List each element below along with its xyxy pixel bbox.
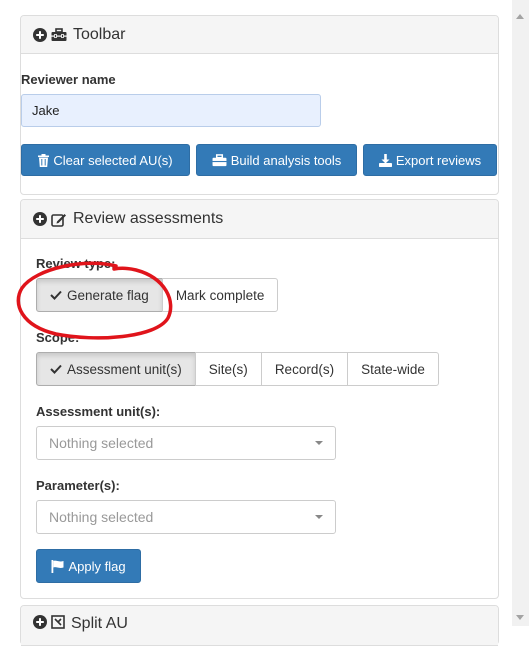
- review-assessments-title: Review assessments: [73, 210, 224, 227]
- parameters-label: Parameter(s):: [36, 478, 120, 493]
- review-type-button-group: Generate flag Mark complete: [36, 278, 279, 312]
- scope-state-wide-label: State-wide: [361, 361, 425, 377]
- assessment-units-label: Assessment unit(s):: [36, 404, 161, 419]
- check-icon: [50, 290, 62, 300]
- generate-flag-label: Generate flag: [67, 287, 149, 303]
- plus-circle-icon: [33, 615, 47, 629]
- split-au-heading[interactable]: Split AU: [21, 606, 498, 646]
- scope-state-wide-option[interactable]: State-wide: [347, 352, 439, 386]
- vertical-scrollbar[interactable]: [512, 0, 529, 626]
- scroll-up-arrow-icon[interactable]: [516, 14, 524, 19]
- flag-icon: [51, 559, 64, 573]
- build-analysis-tools-label: Build analysis tools: [230, 152, 342, 168]
- scope-label: Scope:: [36, 330, 80, 345]
- trash-icon: [38, 153, 50, 167]
- download-icon: [378, 153, 392, 167]
- mark-complete-label: Mark complete: [175, 287, 265, 303]
- generate-flag-option[interactable]: Generate flag: [36, 278, 163, 312]
- reviewer-name-label: Reviewer name: [21, 72, 116, 87]
- review-assessments-heading[interactable]: Review assessments: [21, 200, 498, 239]
- toolbox-icon: [51, 27, 67, 42]
- plus-circle-icon: [33, 27, 47, 42]
- reviewer-name-input[interactable]: [21, 94, 321, 127]
- scope-button-group: Assessment unit(s) Site(s) Record(s) Sta…: [36, 352, 439, 386]
- split-icon: [51, 615, 65, 629]
- check-icon: [50, 364, 62, 374]
- scope-sites-option[interactable]: Site(s): [194, 352, 262, 386]
- mark-complete-option[interactable]: Mark complete: [161, 278, 279, 312]
- apply-flag-label: Apply flag: [68, 558, 126, 574]
- assessment-units-placeholder: Nothing selected: [49, 435, 154, 451]
- scope-assessment-unit-label: Assessment unit(s): [67, 361, 182, 377]
- export-reviews-button[interactable]: Export reviews: [363, 144, 497, 176]
- split-au-panel: Split AU: [20, 605, 499, 646]
- clear-selected-au-label: Clear selected AU(s): [53, 152, 173, 168]
- scope-records-label: Record(s): [274, 361, 335, 377]
- scope-assessment-unit-option[interactable]: Assessment unit(s): [36, 352, 196, 386]
- toolbar-panel-title: Toolbar: [73, 25, 126, 43]
- parameters-placeholder: Nothing selected: [49, 509, 154, 525]
- parameters-select[interactable]: Nothing selected: [36, 500, 336, 534]
- review-type-label: Review type:: [36, 256, 116, 271]
- toolbox-icon: [212, 153, 227, 167]
- split-au-title: Split AU: [71, 615, 128, 632]
- assessment-units-select[interactable]: Nothing selected: [36, 426, 336, 460]
- toolbar-panel-heading[interactable]: Toolbar: [21, 16, 498, 54]
- plus-circle-icon: [33, 212, 47, 226]
- edit-icon: [51, 212, 67, 227]
- scope-records-option[interactable]: Record(s): [260, 352, 349, 386]
- scroll-down-arrow-icon[interactable]: [516, 615, 524, 620]
- clear-selected-au-button[interactable]: Clear selected AU(s): [21, 144, 190, 176]
- build-analysis-tools-button[interactable]: Build analysis tools: [196, 144, 357, 176]
- chevron-down-icon: [315, 441, 323, 445]
- export-reviews-label: Export reviews: [395, 152, 482, 168]
- apply-flag-button[interactable]: Apply flag: [36, 549, 141, 583]
- scope-sites-label: Site(s): [208, 361, 248, 377]
- chevron-down-icon: [315, 515, 323, 519]
